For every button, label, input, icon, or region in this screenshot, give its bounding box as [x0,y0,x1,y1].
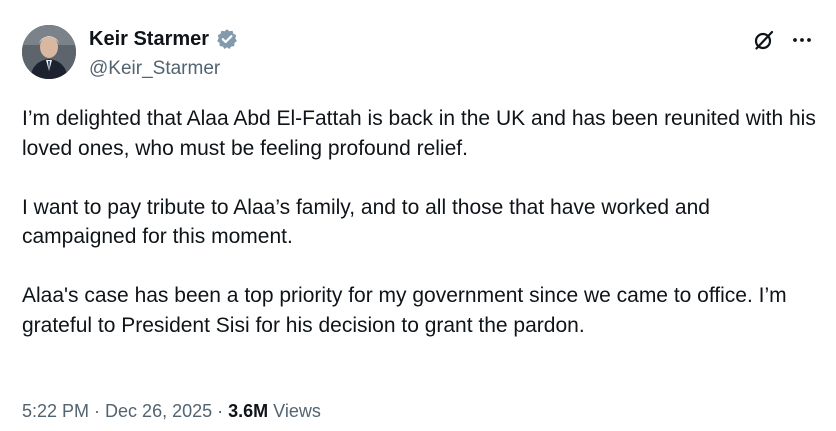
tweet-meta-row: 5:22 PM · Dec 26, 2025 · 3.6M Views [22,399,321,423]
tweet-paragraph: I want to pay tribute to Alaa’s family, … [22,195,710,249]
tweet-top-actions [752,28,814,52]
avatar[interactable] [22,25,76,79]
author-handle[interactable]: @Keir_Starmer [89,57,220,81]
tweet-time[interactable]: 5:22 PM [22,399,89,423]
tweet-card: Keir Starmer @Keir_Starmer I’m delighted… [0,0,836,431]
views-count: 3.6M [228,401,269,421]
author-name-row: Keir Starmer [89,27,238,51]
more-options-icon[interactable] [790,28,814,52]
author-display-name[interactable]: Keir Starmer [89,27,209,51]
meta-separator: · [217,401,224,421]
tweet-paragraph: Alaa's case has been a top priority for … [22,284,787,337]
tweet-paragraph: I’m delighted that Alaa Abd El-Fattah is… [22,107,816,160]
slashed-circle-icon[interactable] [752,28,776,52]
tweet-date[interactable]: Dec 26, 2025 [105,399,212,423]
avatar-image [22,25,76,79]
meta-separator: · [94,401,101,421]
tweet-text: I’m delighted that Alaa Abd El-Fattah is… [22,104,822,340]
verified-badge-icon [216,28,238,50]
views-label: Views [273,401,321,421]
